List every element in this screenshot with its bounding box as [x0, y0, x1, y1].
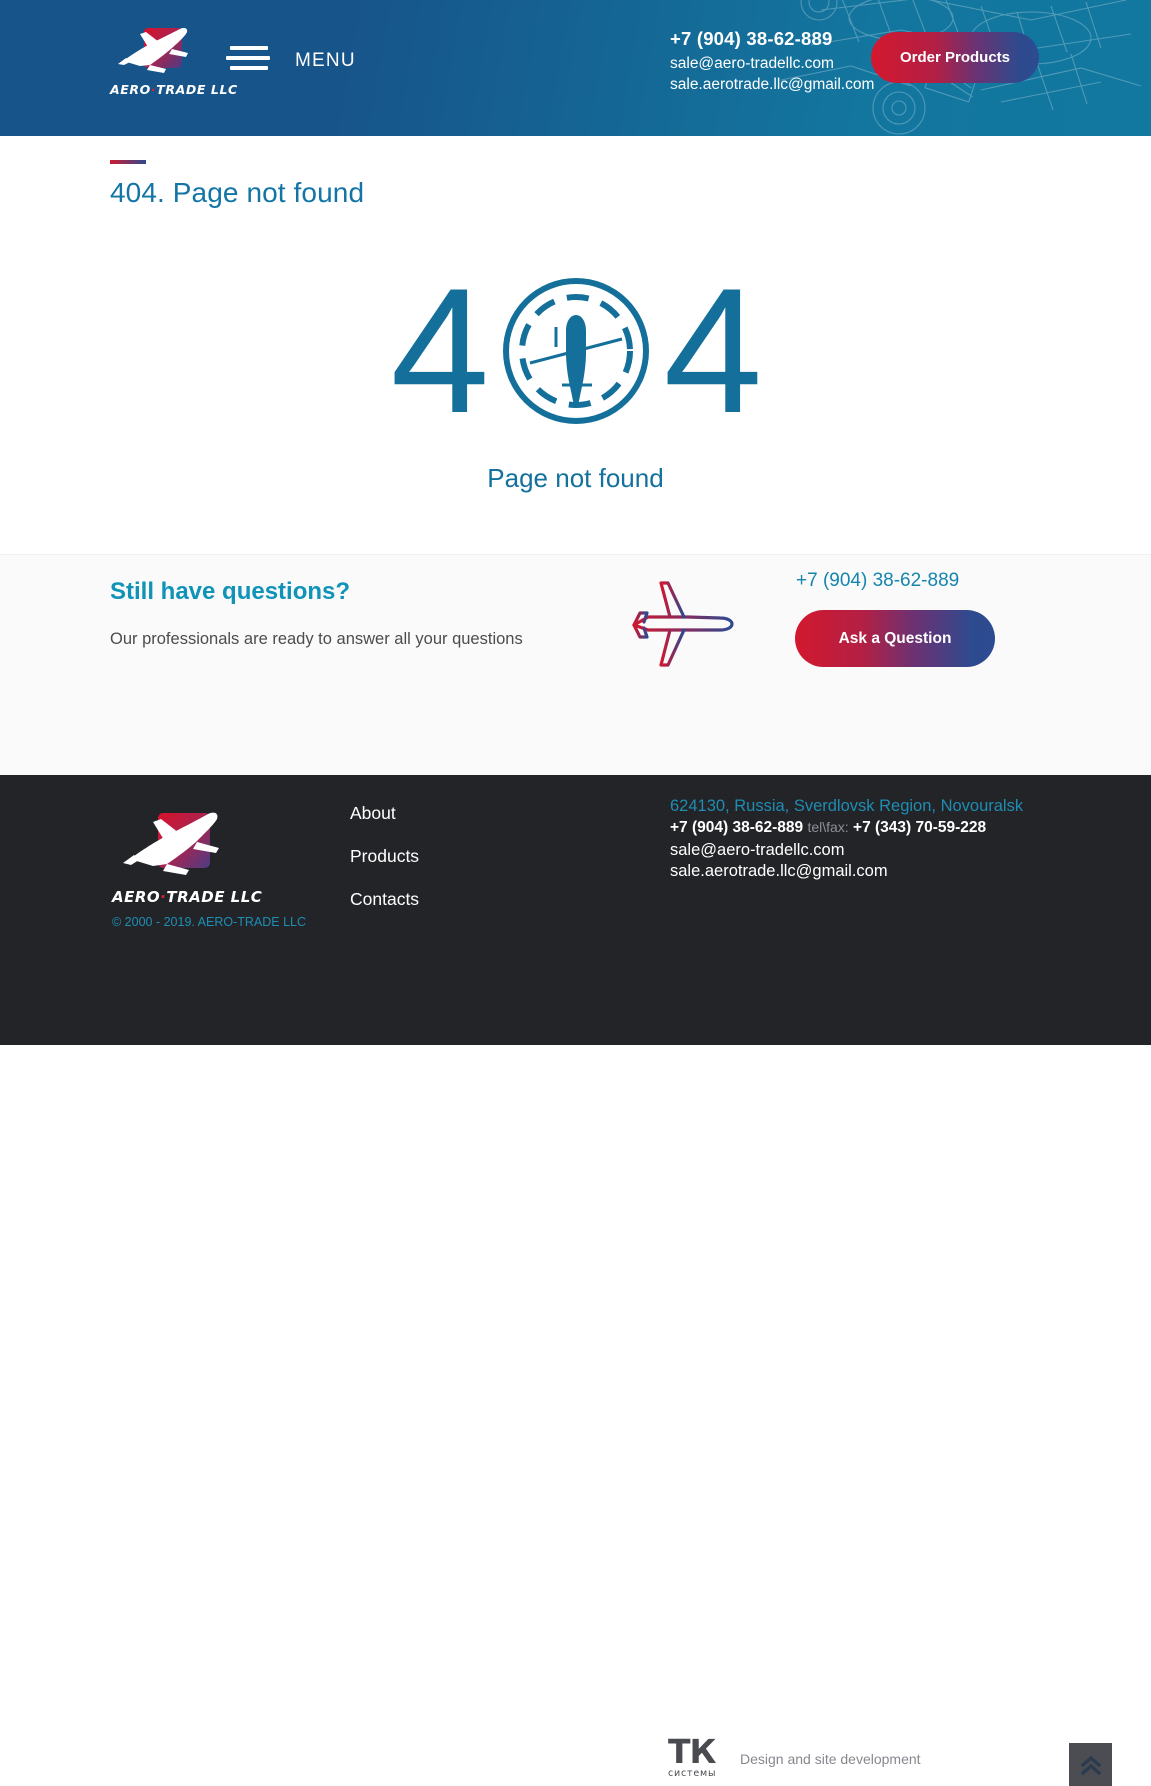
header-phone-link[interactable]: +7 (904) 38-62-889: [670, 28, 874, 50]
tk-sistemy-logo: ТК системы: [668, 1732, 726, 1781]
site-logo[interactable]: AERO·TRADE LLC: [110, 22, 238, 104]
page-title-block: 404. Page not found: [0, 136, 1151, 209]
questions-phone-link[interactable]: +7 (904) 38-62-889: [796, 570, 959, 592]
footer-phones: +7 (904) 38-62-889 tel\fax: +7 (343) 70-…: [670, 819, 1023, 837]
header-email-secondary[interactable]: sale.aerotrade.llc@gmail.com: [670, 76, 874, 94]
double-chevron-up-icon: [1080, 1755, 1101, 1775]
accent-bar: [110, 160, 146, 164]
radar-dial-airplane-icon: [502, 278, 649, 424]
questions-subtitle: Our professionals are ready to answer al…: [110, 630, 523, 648]
footer-logo[interactable]: AERO·TRADE LLC: [112, 805, 263, 906]
scroll-to-top-button[interactable]: [1069, 1743, 1112, 1786]
ask-question-button[interactable]: Ask a Question: [795, 610, 995, 667]
footer-logo-wordmark: AERO·TRADE LLC: [112, 888, 263, 906]
footer-email-primary[interactable]: sale@aero-tradellc.com: [670, 841, 1023, 860]
menu-hamburger-icon[interactable]: [226, 44, 270, 76]
footer-nav-contacts[interactable]: Contacts: [350, 889, 419, 910]
footer-address: 624130, Russia, Sverdlovsk Region, Novou…: [670, 797, 1024, 815]
error-block: 4 4 Page not found: [0, 209, 1151, 494]
questions-title: Still have questions?: [110, 578, 351, 605]
tk-logo-sub: системы: [668, 1768, 717, 1779]
burger-bar-1: [230, 46, 268, 50]
footer-nav: About Products Contacts: [350, 803, 419, 932]
site-footer: AERO·TRADE LLC © 2000 - 2019. AERO-TRADE…: [0, 775, 1151, 1786]
airplane-outline-icon: [628, 579, 734, 671]
page-title: 404. Page not found: [110, 177, 365, 208]
footer-nav-products[interactable]: Products: [350, 846, 419, 867]
burger-bar-3: [230, 66, 268, 70]
error-code-row: 4 4: [0, 251, 1151, 450]
airplane-logo-icon: [118, 28, 188, 73]
developer-credit-text: Design and site development: [740, 1751, 921, 1767]
error-digit-right: 4: [663, 251, 763, 450]
footer-phone-main[interactable]: +7 (904) 38-62-889: [670, 819, 803, 836]
menu-label[interactable]: MENU: [295, 50, 356, 72]
footer-copyright: © 2000 - 2019. AERO-TRADE LLC: [112, 915, 307, 929]
footer-telfax-label: tel\fax:: [807, 819, 849, 835]
burger-bar-2: [226, 56, 270, 60]
questions-cta-section: Still have questions? Our professionals …: [0, 554, 1151, 775]
tk-logo-main: ТК: [668, 1732, 716, 1771]
error-digit-left: 4: [390, 251, 490, 450]
order-products-button[interactable]: Order Products: [871, 32, 1039, 83]
site-header: AERO·TRADE LLC MENU +7 (904) 38-62-889 s…: [0, 0, 1151, 136]
footer-contacts: 624130, Russia, Sverdlovsk Region, Novou…: [670, 797, 1023, 883]
footer-nav-about[interactable]: About: [350, 803, 419, 824]
error-subtitle: Page not found: [487, 463, 664, 493]
logo-wordmark: AERO·TRADE LLC: [110, 82, 238, 97]
footer-phone-fax[interactable]: +7 (343) 70-59-228: [853, 819, 986, 836]
header-contacts: +7 (904) 38-62-889 sale@aero-tradellc.co…: [670, 28, 874, 97]
header-email-primary[interactable]: sale@aero-tradellc.com: [670, 55, 874, 73]
footer-email-secondary[interactable]: sale.aerotrade.llc@gmail.com: [670, 862, 1023, 881]
developer-credit[interactable]: ТК системы Design and site development: [668, 1732, 921, 1781]
footer-airplane-logo-icon: [123, 812, 219, 875]
